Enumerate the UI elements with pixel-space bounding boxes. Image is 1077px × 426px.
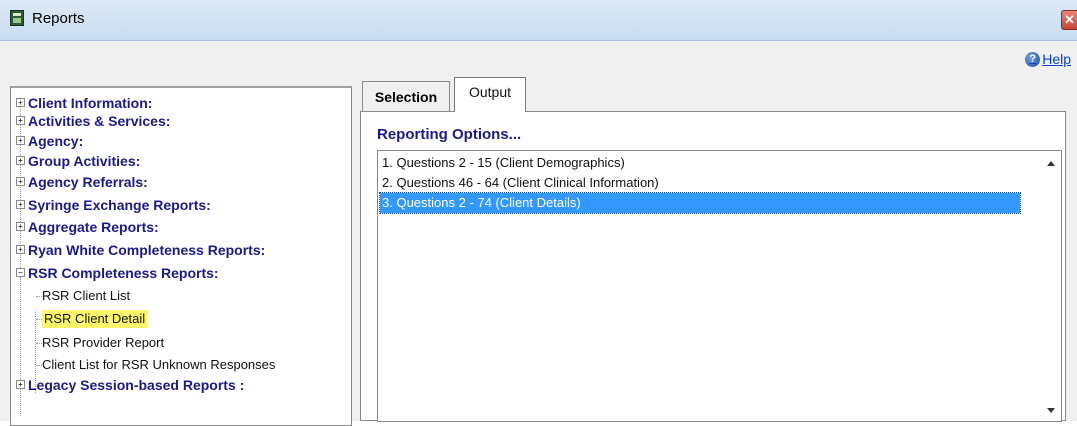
close-button[interactable]: ✕ — [1061, 10, 1077, 30]
expand-plus-icon[interactable]: + — [16, 222, 25, 231]
report-options-panel: Selection Output Reporting Options... 1.… — [358, 73, 1077, 422]
window-title: Reports — [32, 10, 85, 27]
reporting-option[interactable]: 2. Questions 46 - 64 (Client Clinical In… — [380, 173, 1020, 193]
output-tab-content: Reporting Options... 1. Questions 2 - 15… — [360, 111, 1066, 422]
tab-output[interactable]: Output — [454, 77, 526, 112]
reporting-option[interactable]: 1. Questions 2 - 15 (Client Demographics… — [380, 153, 1020, 173]
tree-root-connector — [20, 98, 21, 416]
reports-app-icon — [10, 10, 24, 26]
expand-plus-icon[interactable]: + — [16, 380, 25, 389]
expand-plus-icon[interactable]: + — [16, 177, 25, 186]
expand-plus-icon[interactable]: + — [16, 200, 25, 209]
reporting-options-label: Reporting Options... — [377, 126, 522, 143]
report-tree[interactable]: + Client Information: + Activities & Ser… — [10, 86, 352, 426]
collapse-minus-icon[interactable]: − — [16, 268, 25, 277]
expand-plus-icon[interactable]: + — [16, 98, 25, 107]
reporting-options-list[interactable]: 1. Questions 2 - 15 (Client Demographics… — [377, 150, 1062, 422]
title-bar: Reports ✕ — [0, 0, 1077, 41]
expand-plus-icon[interactable]: + — [16, 136, 25, 145]
help-label: Help — [1042, 51, 1071, 67]
expand-plus-icon[interactable]: + — [16, 245, 25, 254]
scroll-up-arrow-icon[interactable] — [1047, 161, 1055, 166]
report-tree-panel: + Client Information: + Activities & Ser… — [0, 73, 358, 426]
help-icon: ? — [1025, 51, 1041, 67]
scroll-down-arrow-icon[interactable] — [1047, 408, 1055, 413]
expand-plus-icon[interactable]: + — [16, 116, 25, 125]
help-link[interactable]: ? Help — [1025, 51, 1071, 67]
expand-plus-icon[interactable]: + — [16, 156, 25, 165]
reporting-option-selected[interactable]: 3. Questions 2 - 74 (Client Details) — [379, 192, 1021, 214]
tab-selection[interactable]: Selection — [362, 81, 450, 111]
